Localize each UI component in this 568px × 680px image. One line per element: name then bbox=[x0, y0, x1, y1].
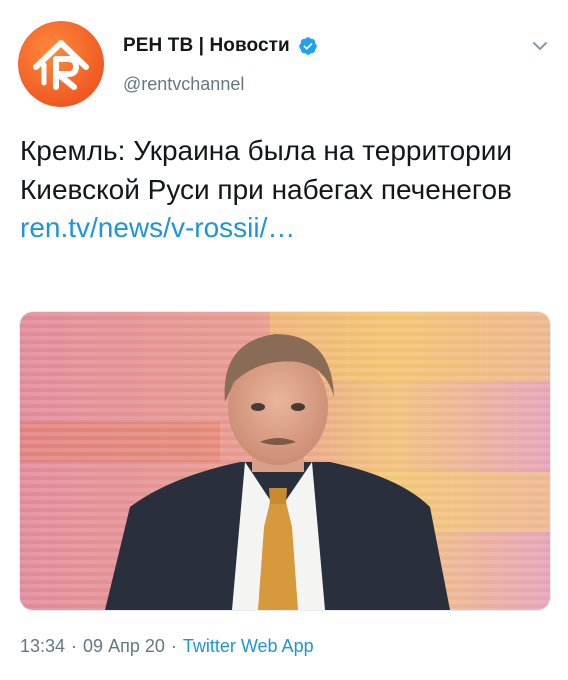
avatar[interactable] bbox=[18, 21, 104, 107]
tweet-body: Кремль: Украина была на территории Киевс… bbox=[20, 135, 513, 205]
chevron-down-icon[interactable] bbox=[530, 36, 550, 56]
tweet-date[interactable]: 09 Апр 20 bbox=[83, 636, 165, 657]
display-name[interactable]: РЕН ТВ | Новости bbox=[123, 35, 290, 57]
meta-separator: · bbox=[71, 636, 78, 656]
verified-badge-icon bbox=[299, 37, 317, 55]
photo-icon bbox=[20, 312, 550, 610]
tweet-time[interactable]: 13:34 bbox=[20, 636, 65, 657]
rentv-logo-icon bbox=[33, 40, 89, 90]
tweet-link[interactable]: ren.tv/news/v-rossii/… bbox=[20, 212, 295, 243]
meta-separator: · bbox=[170, 636, 177, 656]
account-handle[interactable]: @rentvchannel bbox=[123, 74, 244, 95]
tweet-source[interactable]: Twitter Web App bbox=[183, 636, 314, 657]
tweet-meta: 13:34 · 09 Апр 20 · Twitter Web App bbox=[20, 636, 314, 657]
account-name-row[interactable]: РЕН ТВ | Новости bbox=[123, 35, 318, 57]
tweet-text: Кремль: Украина была на территории Киевс… bbox=[20, 132, 540, 248]
tweet-photo[interactable] bbox=[19, 311, 551, 611]
